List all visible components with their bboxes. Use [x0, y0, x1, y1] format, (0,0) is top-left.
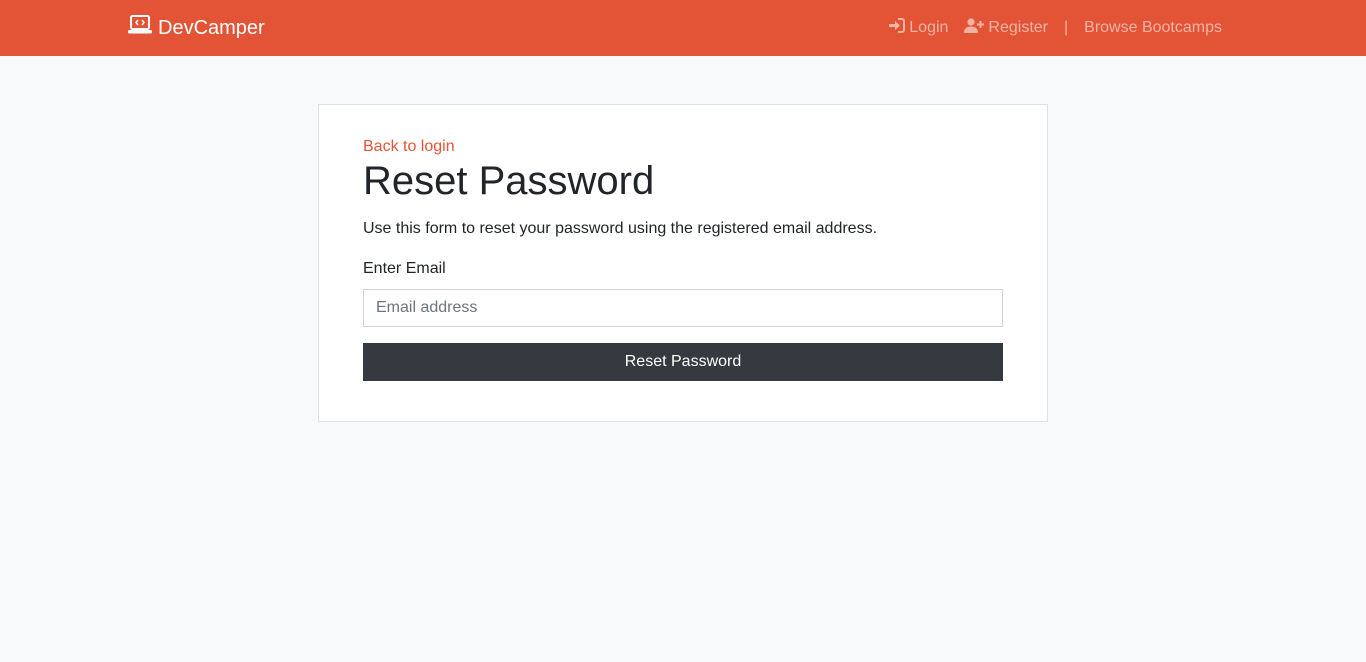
login-label: Login — [909, 19, 949, 36]
laptop-code-icon — [128, 15, 158, 41]
reset-password-card: Back to login Reset Password Use this fo… — [318, 104, 1048, 422]
register-link[interactable]: Register — [956, 18, 1056, 38]
reset-password-button[interactable]: Reset Password — [363, 343, 1003, 381]
brand-name: DevCamper — [158, 16, 265, 39]
page-title: Reset Password — [363, 159, 655, 203]
back-to-login-link[interactable]: Back to login — [363, 137, 455, 157]
email-label: Enter Email — [363, 260, 446, 277]
navbar: DevCamper Login Register | Browse Bootca… — [0, 0, 1366, 56]
brand-link[interactable]: DevCamper — [128, 0, 265, 56]
email-field[interactable] — [363, 289, 1003, 327]
user-plus-icon — [964, 18, 988, 38]
card-body: Back to login Reset Password Use this fo… — [363, 137, 1003, 381]
browse-bootcamps-link[interactable]: Browse Bootcamps — [1076, 19, 1230, 37]
nav-links: Login Register | Browse Bootcamps — [880, 0, 1230, 56]
nav-separator: | — [1064, 19, 1069, 36]
form-description: Use this form to reset your password usi… — [363, 220, 878, 237]
sign-in-icon — [888, 18, 909, 38]
register-label: Register — [988, 19, 1048, 36]
login-link[interactable]: Login — [880, 18, 956, 38]
